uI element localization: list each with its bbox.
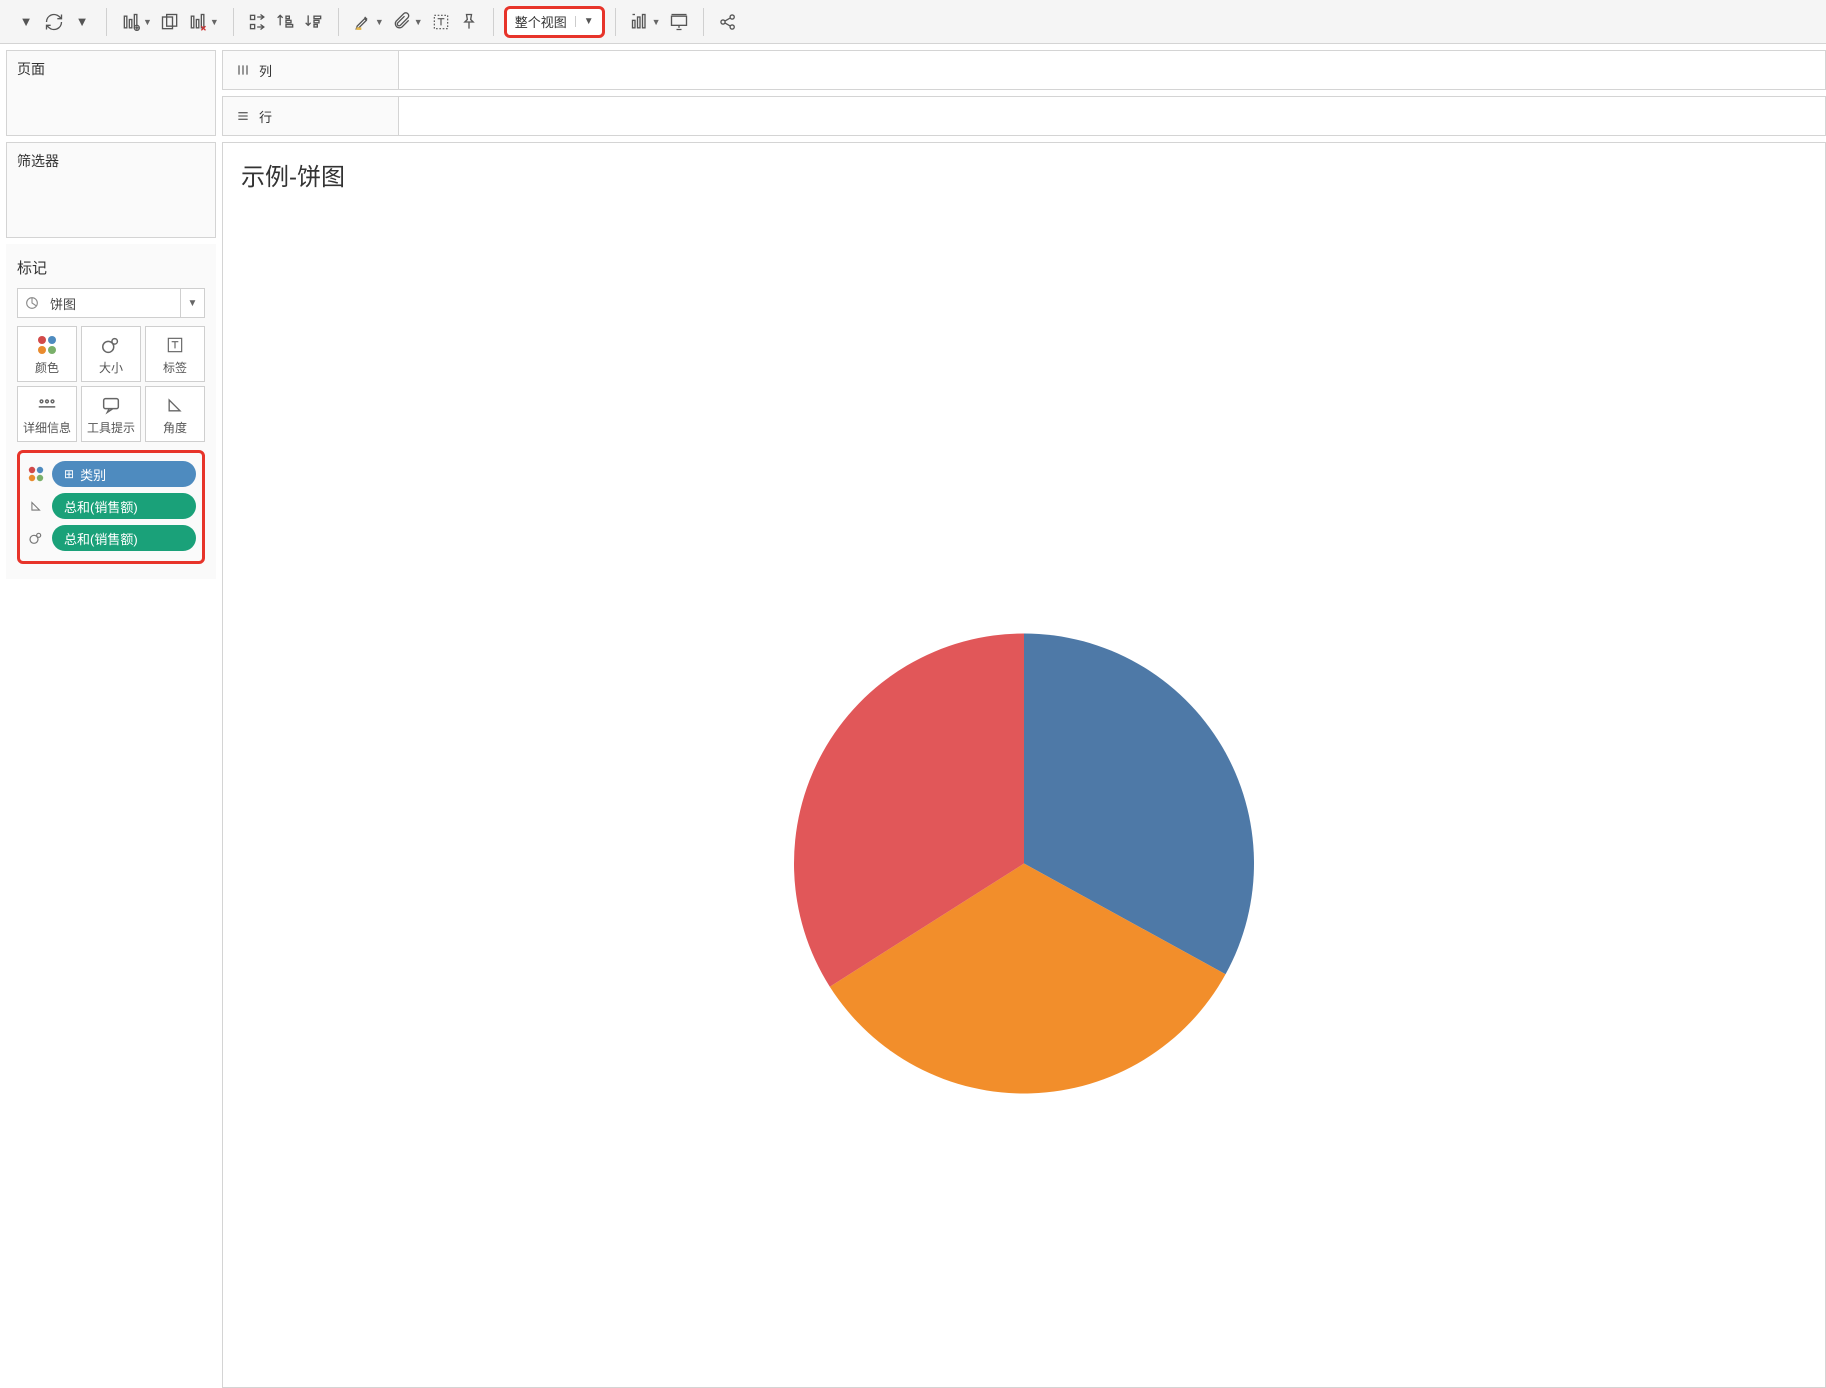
marks-color-label: 颜色 [35, 359, 59, 376]
columns-drop-zone[interactable] [399, 51, 1825, 89]
pie-chart [784, 623, 1264, 1106]
attachment-icon[interactable]: ▼ [388, 8, 427, 36]
pages-title: 页面 [17, 59, 205, 79]
plus-box-icon: ⊞ [64, 467, 74, 481]
pie-icon [18, 295, 46, 311]
color-dots-icon [38, 333, 56, 357]
columns-shelf-label: 列 [223, 51, 399, 89]
chevron-down-icon: ▼ [180, 289, 204, 317]
rows-shelf[interactable]: 行 [222, 96, 1826, 136]
pill-row: ⊞ 类别 [26, 461, 196, 487]
marks-size-label: 大小 [99, 359, 123, 376]
pill-label: 类别 [80, 465, 106, 484]
marks-pills-area: ⊞ 类别 总和(销售额) 总和(销售额) [17, 450, 205, 564]
fit-view-label: 整个视图 [515, 12, 567, 31]
presentation-icon[interactable] [665, 8, 693, 36]
marks-detail-label: 详细信息 [23, 419, 71, 436]
new-worksheet-icon[interactable]: ▼ [117, 8, 156, 36]
text-label-icon[interactable] [427, 8, 455, 36]
sort-desc-icon[interactable] [300, 8, 328, 36]
angle-icon [165, 393, 185, 417]
sheet-title: 示例-饼图 [241, 157, 1807, 192]
columns-text: 列 [259, 61, 272, 80]
duplicate-sheet-icon[interactable] [156, 8, 184, 36]
dropdown-caret-icon[interactable]: ▼ [68, 8, 96, 36]
rows-shelf-label: 行 [223, 97, 399, 135]
marks-label-label: 标签 [163, 359, 187, 376]
toolbar: ▼ ▼ ▼ ▼ ▼ [0, 0, 1826, 44]
marks-card: 标记 饼图 ▼ 颜色 大小 标签 [6, 244, 216, 579]
columns-icon [235, 62, 251, 78]
pill-label: 总和(销售额) [64, 529, 138, 548]
size-icon [26, 530, 46, 546]
share-icon[interactable] [714, 8, 742, 36]
pill-label: 总和(销售额) [64, 497, 138, 516]
content-area: 列 行 示例-饼图 [222, 44, 1826, 1388]
marks-angle-label: 角度 [163, 419, 187, 436]
angle-icon [26, 499, 46, 513]
marks-detail-button[interactable]: 详细信息 [17, 386, 77, 442]
size-icon [100, 333, 122, 357]
color-dots-icon [26, 465, 46, 483]
rows-text: 行 [259, 107, 272, 126]
mark-type-dropdown[interactable]: 饼图 ▼ [17, 288, 205, 318]
mark-type-label: 饼图 [46, 294, 180, 313]
marks-angle-button[interactable]: 角度 [145, 386, 205, 442]
tooltip-icon [100, 393, 122, 417]
pill-category[interactable]: ⊞ 类别 [52, 461, 196, 487]
label-icon [165, 333, 185, 357]
marks-tooltip-button[interactable]: 工具提示 [81, 386, 141, 442]
marks-tooltip-label: 工具提示 [87, 419, 135, 436]
main-area: 页面 筛选器 标记 饼图 ▼ 颜色 大小 [0, 44, 1826, 1388]
pages-shelf[interactable]: 页面 [6, 50, 216, 136]
pin-icon[interactable] [455, 8, 483, 36]
refresh-icon[interactable] [40, 8, 68, 36]
pill-row: 总和(销售额) [26, 525, 196, 551]
marks-size-button[interactable]: 大小 [81, 326, 141, 382]
show-me-icon[interactable]: ▼ [626, 8, 665, 36]
marks-label-button[interactable]: 标签 [145, 326, 205, 382]
sidebar: 页面 筛选器 标记 饼图 ▼ 颜色 大小 [0, 44, 222, 1388]
clear-sheet-icon[interactable]: ▼ [184, 8, 223, 36]
pill-sum-sales-angle[interactable]: 总和(销售额) [52, 493, 196, 519]
highlight-icon[interactable]: ▼ [349, 8, 388, 36]
marks-color-button[interactable]: 颜色 [17, 326, 77, 382]
pill-sum-sales-size[interactable]: 总和(销售额) [52, 525, 196, 551]
sheet-canvas: 示例-饼图 [222, 142, 1826, 1388]
columns-shelf[interactable]: 列 [222, 50, 1826, 90]
marks-title: 标记 [17, 257, 205, 278]
dropdown-caret-icon[interactable]: ▼ [12, 8, 40, 36]
sort-asc-icon[interactable] [272, 8, 300, 36]
rows-drop-zone[interactable] [399, 97, 1825, 135]
fit-view-dropdown[interactable]: 整个视图 ▼ [504, 6, 605, 38]
swap-axes-icon[interactable] [244, 8, 272, 36]
chevron-down-icon: ▼ [575, 16, 594, 27]
detail-icon [36, 393, 58, 417]
filters-shelf[interactable]: 筛选器 [6, 142, 216, 238]
filters-title: 筛选器 [17, 151, 205, 171]
pill-row: 总和(销售额) [26, 493, 196, 519]
rows-icon [235, 108, 251, 124]
